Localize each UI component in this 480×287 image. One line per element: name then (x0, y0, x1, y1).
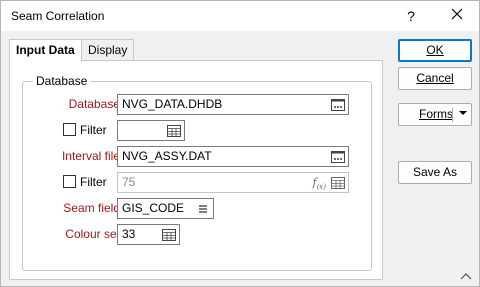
colour-set-field[interactable]: 33 (117, 224, 180, 245)
seam-field-value: GIS_CODE (122, 201, 185, 215)
ok-button[interactable]: OK (398, 39, 472, 62)
chevron-down-icon (459, 111, 467, 115)
filter1-field[interactable] (117, 120, 185, 141)
input-data-panel: Database Database NVG_DATA.DHDB Filter I… (9, 60, 383, 280)
filter1-table-button[interactable] (166, 122, 182, 139)
list-icon (199, 204, 207, 213)
ellipsis-browse-icon (331, 98, 345, 111)
seam-field-list-button[interactable] (195, 200, 211, 217)
database-label: Database (68, 97, 120, 111)
forms-button[interactable]: Forms (398, 103, 472, 126)
browse-button[interactable] (330, 96, 346, 113)
help-button[interactable]: ? (401, 6, 421, 26)
table-icon (167, 124, 181, 137)
interval-file-label: Interval file (61, 149, 120, 163)
chevron-up-icon (460, 273, 472, 280)
window-title: Seam Correlation (11, 9, 105, 23)
close-button[interactable] (445, 6, 469, 26)
save-as-button[interactable]: Save As (398, 161, 472, 184)
filter2-checkbox[interactable] (63, 175, 76, 188)
table-icon (162, 228, 176, 241)
group-legend: Database (33, 74, 91, 88)
forms-dropdown-button[interactable] (458, 104, 468, 125)
filter2-table-button[interactable] (330, 174, 346, 191)
colour-set-label: Colour set (65, 227, 120, 241)
database-value: NVG_DATA.DHDB (122, 97, 223, 111)
colour-set-table-button[interactable] (161, 226, 177, 243)
cancel-label: Cancel (416, 71, 454, 85)
save-as-label: Save As (412, 165, 458, 179)
cancel-button[interactable]: Cancel (398, 67, 472, 90)
filter2-value: 75 (122, 175, 136, 189)
tab-display[interactable]: Display (81, 39, 135, 61)
database-field[interactable]: NVG_DATA.DHDB (117, 94, 349, 115)
ellipsis-browse-icon (331, 150, 345, 163)
interval-browse-button[interactable] (330, 148, 346, 165)
database-groupbox: Database Database NVG_DATA.DHDB Filter I… (22, 74, 372, 271)
tab-input-data[interactable]: Input Data (9, 39, 82, 62)
filter1-label: Filter (80, 123, 107, 137)
seam-correlation-dialog: Seam Correlation ? Input Data Display Da… (0, 0, 480, 287)
interval-file-value: NVG_ASSY.DAT (122, 149, 212, 163)
filter1-checkbox[interactable] (63, 123, 76, 136)
filter2-label: Filter (80, 175, 107, 189)
seam-field-label: Seam field (63, 201, 120, 215)
close-icon (451, 8, 463, 20)
title-bar: Seam Correlation ? (1, 1, 479, 31)
colour-set-value: 33 (122, 227, 136, 241)
interval-file-field[interactable]: NVG_ASSY.DAT (117, 146, 349, 167)
forms-split-divider (452, 108, 453, 122)
ok-label: OK (426, 43, 444, 57)
fx-expression-icon[interactable]: f(x) (313, 173, 327, 192)
table-icon (331, 176, 345, 189)
forms-label: Forms (419, 107, 453, 121)
filter2-field[interactable]: 75 f(x) (117, 172, 349, 193)
seam-field-input[interactable]: GIS_CODE (117, 198, 214, 219)
collapse-button[interactable] (459, 270, 473, 280)
